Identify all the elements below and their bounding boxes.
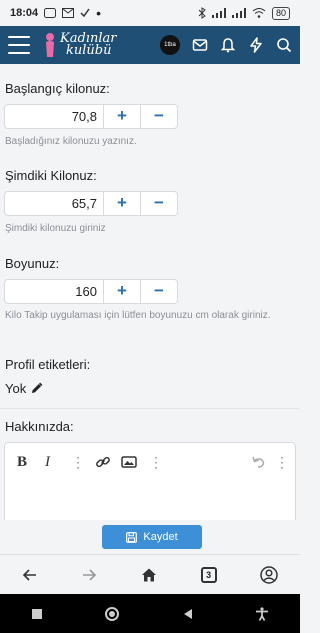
- forward-arrow-icon[interactable]: [81, 567, 97, 583]
- signal-icon: [211, 8, 226, 18]
- save-label: Kaydet: [143, 531, 178, 543]
- back-arrow-icon[interactable]: [22, 567, 38, 583]
- start-weight-label: Başlangıç kilonuz:: [5, 81, 110, 96]
- logo-figure-icon: [46, 33, 54, 57]
- current-weight-decrement-button[interactable]: −: [140, 192, 177, 215]
- divider: [0, 408, 300, 409]
- start-weight-input[interactable]: 70,8: [5, 105, 103, 128]
- site-logo[interactable]: Kadınlar kulübü: [44, 32, 116, 58]
- height-label: Boyunuz:: [5, 256, 60, 271]
- bell-icon[interactable]: [220, 37, 236, 53]
- save-bar: Kaydet: [0, 520, 300, 554]
- system-nav-bar: [0, 594, 300, 633]
- image-icon[interactable]: [121, 453, 137, 471]
- start-weight-decrement-button[interactable]: −: [140, 105, 177, 128]
- height-hint: Kilo Takip uygulaması için lütfen boyunu…: [5, 310, 271, 321]
- signal-icon-2: [231, 8, 246, 18]
- current-weight-label: Şimdiki Kilonuz:: [5, 168, 97, 183]
- hamburger-menu-icon[interactable]: [8, 36, 30, 54]
- user-avatar[interactable]: 1tba: [160, 35, 180, 55]
- current-weight-increment-button[interactable]: +: [103, 192, 140, 215]
- notification-check-icon: [80, 8, 90, 18]
- mail-icon: [62, 8, 75, 18]
- logo-text: Kadınlar kulübü: [60, 32, 116, 58]
- editor-menu-icon[interactable]: ⋮: [275, 453, 289, 471]
- more-options-icon[interactable]: ⋮: [71, 453, 85, 471]
- height-decrement-button[interactable]: −: [140, 280, 177, 303]
- bold-button[interactable]: B: [17, 453, 27, 471]
- status-bar: 18:04 • 80: [0, 0, 300, 26]
- status-time: 18:04: [10, 7, 39, 19]
- profile-tags-value[interactable]: Yok: [5, 381, 43, 396]
- save-button[interactable]: Kaydet: [102, 525, 202, 549]
- logo-text-line2: kulübü: [66, 43, 112, 58]
- start-weight-stepper[interactable]: 70,8 + −: [4, 104, 178, 129]
- recent-apps-icon[interactable]: [31, 608, 43, 620]
- more-insert-options-icon[interactable]: ⋮: [149, 453, 163, 471]
- wifi-icon: [252, 8, 266, 18]
- home-circle-icon[interactable]: [104, 606, 120, 622]
- browser-toolbar: 3: [0, 554, 300, 595]
- app-header: Kadınlar kulübü 1tba: [0, 26, 300, 64]
- about-label: Hakkınızda:: [5, 419, 74, 434]
- height-increment-button[interactable]: +: [103, 280, 140, 303]
- current-weight-stepper[interactable]: 65,7 + −: [4, 191, 178, 216]
- current-weight-input[interactable]: 65,7: [5, 192, 103, 215]
- account-icon[interactable]: [260, 566, 278, 584]
- bluetooth-icon: [198, 7, 206, 19]
- home-icon[interactable]: [141, 567, 157, 583]
- profile-tags-text: Yok: [5, 381, 27, 396]
- profile-tags-label: Profil etiketleri:: [5, 357, 91, 372]
- height-input[interactable]: 160: [5, 280, 103, 303]
- profile-form: Başlangıç kilonuz: 70,8 + − Başladığınız…: [0, 64, 300, 550]
- height-stepper[interactable]: 160 + −: [4, 279, 178, 304]
- pencil-icon[interactable]: [30, 382, 43, 395]
- battery-indicator: 80: [271, 6, 290, 20]
- start-weight-increment-button[interactable]: +: [103, 105, 140, 128]
- back-triangle-icon[interactable]: [182, 608, 194, 620]
- tabs-button[interactable]: 3: [200, 567, 217, 583]
- inbox-icon[interactable]: [192, 37, 208, 53]
- search-icon[interactable]: [276, 37, 292, 53]
- message-icon: [44, 8, 57, 18]
- dot-icon: •: [96, 5, 102, 21]
- start-weight-hint: Başladığınız kilonuzu yazınız.: [5, 136, 137, 147]
- save-icon: [126, 531, 138, 543]
- accessibility-icon[interactable]: [255, 606, 269, 621]
- lightning-icon[interactable]: [248, 37, 264, 53]
- current-weight-hint: Şimdiki kilonuzu giriniz: [5, 223, 106, 234]
- undo-icon[interactable]: [251, 453, 267, 471]
- italic-button[interactable]: I: [45, 453, 50, 471]
- link-icon[interactable]: [95, 453, 111, 471]
